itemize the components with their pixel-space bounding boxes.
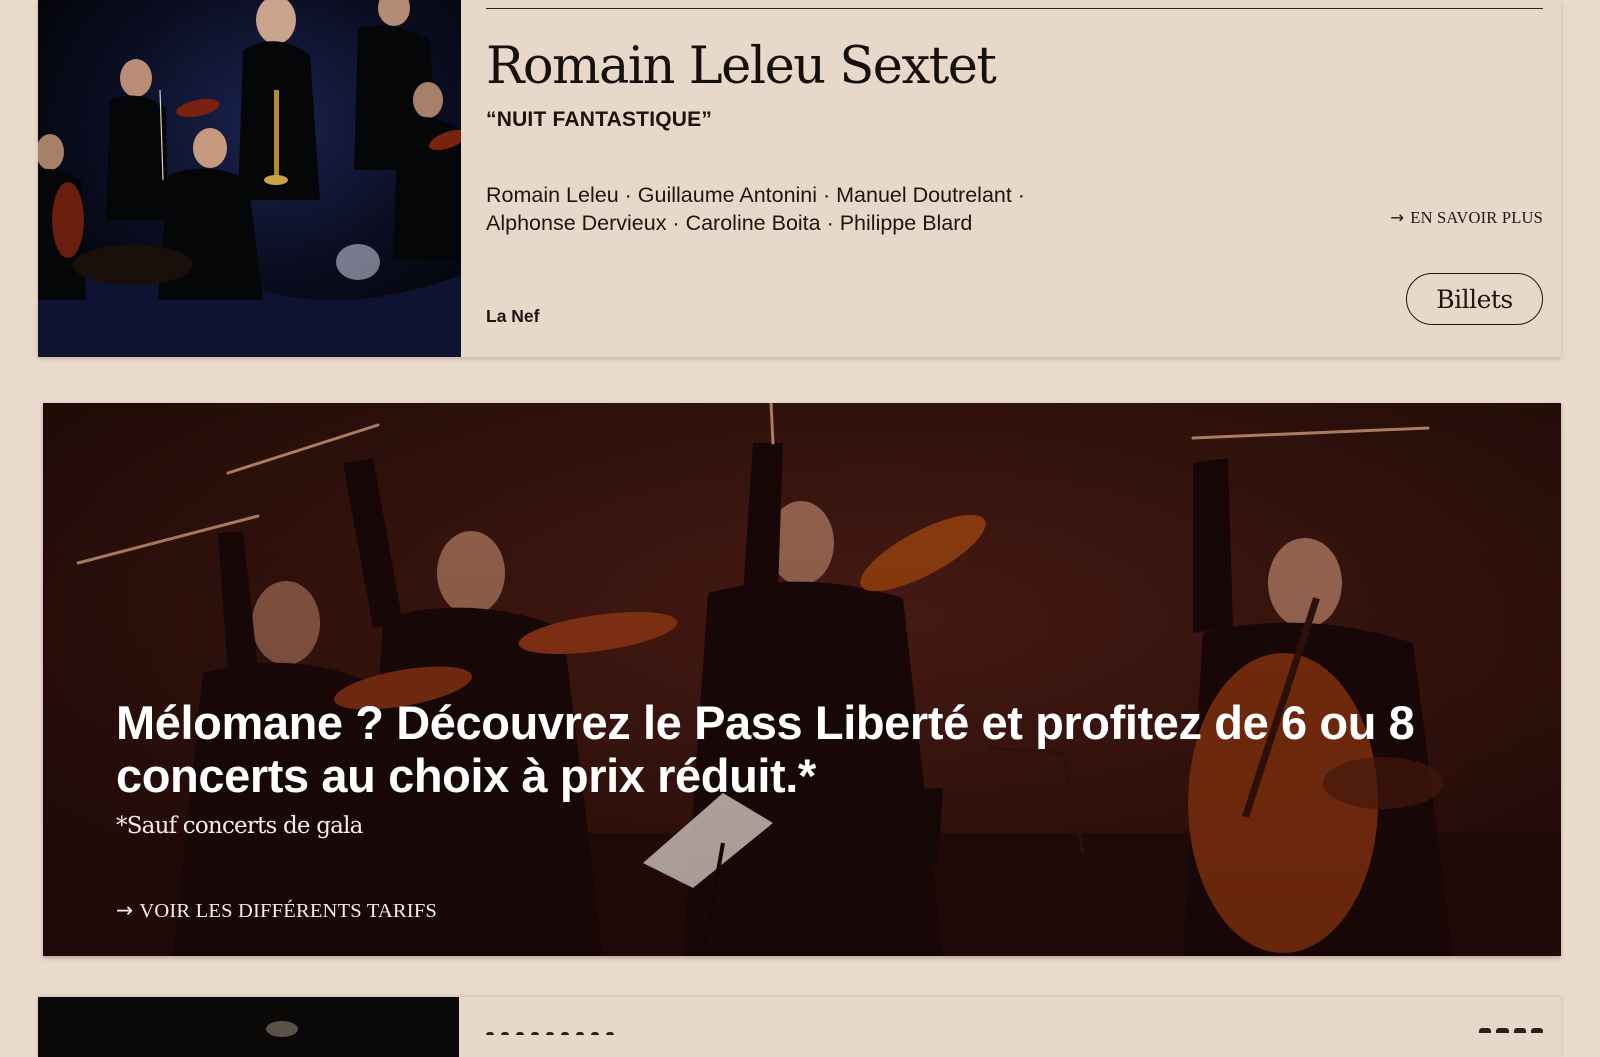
venue-label: La Nef bbox=[486, 306, 540, 326]
next-event-card bbox=[38, 997, 1561, 1057]
next-event-time-cropped bbox=[1479, 1028, 1543, 1036]
event-card: Romain Leleu Sextet “NUIT FANTASTIQUE” R… bbox=[38, 0, 1561, 357]
event-subtitle: “NUIT FANTASTIQUE” bbox=[486, 108, 713, 131]
divider bbox=[486, 8, 1543, 9]
promo-footnote: *Sauf concerts de gala bbox=[116, 813, 363, 839]
arrow-right-icon: → bbox=[1390, 208, 1405, 227]
arrow-right-icon: → bbox=[116, 898, 134, 922]
learn-more-label: EN SAVOIR PLUS bbox=[1410, 208, 1543, 227]
view-rates-label: VOIR LES DIFFÉRENTS TARIFS bbox=[139, 900, 438, 922]
ensemble-photo-illustration bbox=[38, 0, 461, 357]
view-rates-link[interactable]: → VOIR LES DIFFÉRENTS TARIFS bbox=[116, 898, 437, 923]
pass-liberte-banner: Mélomane ? Découvrez le Pass Liberté et … bbox=[43, 403, 1561, 956]
next-event-photo[interactable] bbox=[38, 997, 459, 1057]
next-event-details bbox=[486, 997, 1543, 1057]
event-title[interactable]: Romain Leleu Sextet bbox=[486, 32, 997, 102]
event-photo[interactable] bbox=[38, 0, 461, 357]
photo-highlight bbox=[266, 1021, 298, 1037]
learn-more-link[interactable]: → EN SAVOIR PLUS bbox=[1390, 208, 1543, 228]
performers-line: Alphonse Dervieux · Caroline Boita · Phi… bbox=[486, 211, 973, 235]
performers-line: Romain Leleu · Guillaume Antonini · Manu… bbox=[486, 183, 1025, 207]
promo-headline: Mélomane ? Découvrez le Pass Liberté et … bbox=[116, 696, 1415, 802]
tickets-button[interactable]: Billets bbox=[1406, 273, 1543, 325]
event-details: Romain Leleu Sextet “NUIT FANTASTIQUE” R… bbox=[486, 0, 1543, 357]
performers-list: Romain Leleu · Guillaume Antonini · Manu… bbox=[486, 181, 1126, 237]
banner-tint bbox=[43, 403, 1561, 956]
